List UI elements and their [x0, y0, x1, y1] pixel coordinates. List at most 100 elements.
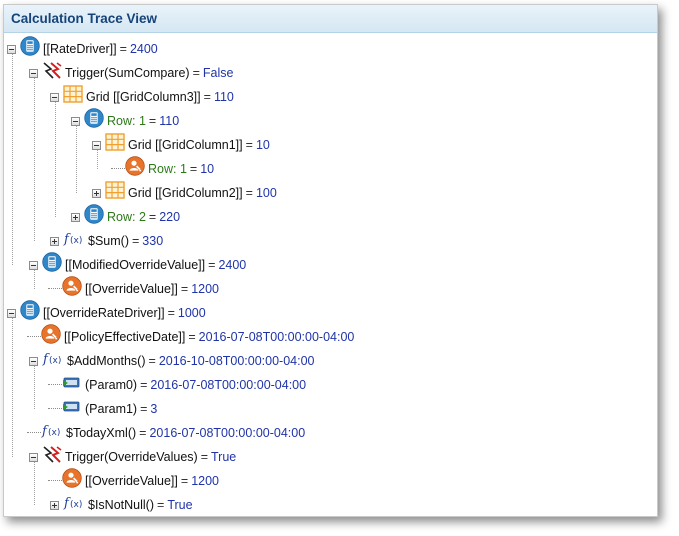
node-label: [[RateDriver]]: [43, 42, 117, 56]
tree-node[interactable]: Row: 2 = 220: [71, 203, 180, 231]
grid-icon: [105, 180, 125, 206]
tree-node[interactable]: Row: 1 = 10: [111, 155, 215, 180]
node-value: 2400: [218, 258, 247, 272]
function-icon: f (x): [41, 421, 63, 446]
collapse-toggle[interactable]: [50, 92, 59, 102]
node-label: [[OverrideValue]]: [85, 282, 178, 296]
tree-node[interactable]: Grid [[GridColumn3]] = 110: [50, 84, 234, 110]
collapse-toggle[interactable]: [71, 116, 80, 126]
node-value: 110: [159, 114, 180, 128]
collapse-toggle[interactable]: [29, 68, 38, 78]
tree-connector: [48, 288, 62, 290]
node-label: Row: 1: [148, 162, 187, 176]
node-label: [[OverrideValue]]: [85, 474, 178, 488]
svg-text:(x): (x): [70, 500, 82, 510]
equals-sign: =: [180, 474, 189, 488]
panel-title: Calculation Trace View: [4, 5, 657, 33]
node-value: 2016-07-08T00:00:00-04:00: [198, 330, 355, 344]
equals-sign: =: [245, 138, 253, 152]
parameter-icon: [62, 374, 82, 397]
node-label: $IsNotNull(): [88, 498, 154, 512]
tree-connector: [27, 336, 41, 338]
tree-node[interactable]: [[ModifiedOverrideValue]] = 2400: [29, 251, 247, 276]
equals-sign: =: [180, 282, 189, 296]
calculator-icon: [20, 35, 40, 63]
node-value: 330: [142, 234, 164, 248]
equals-sign: =: [139, 426, 147, 440]
grid-icon: [63, 84, 83, 110]
tree-node[interactable]: f (x) $TodayXml() = 2016-07-08T00:00:00-04…: [27, 422, 305, 444]
node-label: Trigger(OverrideValues): [65, 450, 198, 464]
expand-toggle[interactable]: [92, 188, 101, 198]
node-value: 1000: [177, 306, 206, 320]
calculator-icon: [84, 107, 104, 135]
equals-sign: =: [140, 402, 148, 416]
function-icon: f (x): [42, 349, 64, 374]
node-value: True: [167, 498, 193, 512]
collapse-toggle[interactable]: [29, 260, 38, 270]
tree-node[interactable]: f (x) $Sum() = 330: [50, 230, 163, 252]
tree-node[interactable]: Row: 1 = 110: [71, 107, 180, 135]
override-user-icon: [62, 275, 82, 303]
equals-sign: =: [188, 330, 196, 344]
tree-guide-line: [34, 73, 35, 241]
node-value: True: [211, 450, 237, 464]
function-icon: f (x): [63, 493, 85, 517]
override-user-icon: [62, 467, 82, 495]
node-value: 2400: [129, 42, 158, 56]
tree-node[interactable]: [[OverrideRateDriver]] = 1000: [7, 299, 206, 324]
expand-toggle[interactable]: [50, 500, 59, 510]
equals-sign: =: [148, 354, 156, 368]
collapse-toggle[interactable]: [7, 308, 16, 318]
tree-node[interactable]: f (x) $AddMonths() = 2016-10-08T00:00:00-0…: [29, 350, 315, 372]
equals-sign: =: [148, 114, 157, 128]
equals-sign: =: [140, 378, 148, 392]
equals-sign: =: [148, 210, 157, 224]
equals-sign: =: [192, 66, 200, 80]
tree-node[interactable]: (Param0) = 2016-07-08T00:00:00-04:00: [48, 374, 306, 396]
node-label: [[PolicyEffectiveDate]]: [64, 330, 186, 344]
svg-text:(x): (x): [49, 356, 61, 366]
tree-node[interactable]: (Param1) = 3: [48, 398, 157, 420]
tree-connector: [27, 432, 41, 434]
parameter-icon: [62, 398, 82, 421]
tree-node[interactable]: [[OverrideValue]] = 1200: [48, 467, 219, 495]
tree-node[interactable]: [[PolicyEffectiveDate]] = 2016-07-08T00:00…: [27, 323, 355, 351]
svg-text:(x): (x): [48, 428, 60, 438]
tree-connector: [48, 384, 62, 386]
tree-node[interactable]: Trigger(OverrideValues) = True: [29, 444, 237, 471]
collapse-toggle[interactable]: [29, 356, 38, 366]
tree-node[interactable]: [[OverrideValue]] = 1200: [48, 275, 219, 303]
node-label: [[ModifiedOverrideValue]]: [65, 258, 206, 272]
node-value: 1200: [191, 474, 219, 488]
tree-node[interactable]: [[RateDriver]] = 2400: [7, 35, 158, 63]
collapse-toggle[interactable]: [7, 44, 16, 54]
equals-sign: =: [208, 258, 216, 272]
trace-tree: [[RateDriver]] = 2400 Trigger(SumCompare) =…: [4, 33, 657, 516]
trigger-icon: [42, 444, 62, 471]
node-label: (Param1): [85, 402, 138, 416]
override-user-icon: [41, 323, 61, 351]
tree-connector: [48, 480, 62, 482]
node-label: Row: 1: [107, 114, 146, 128]
node-value: 1200: [191, 282, 219, 296]
calculator-icon: [84, 203, 104, 231]
svg-text:(x): (x): [70, 236, 82, 246]
equals-sign: =: [167, 306, 175, 320]
node-label: Grid [[GridColumn2]]: [128, 186, 243, 200]
node-label: $Sum(): [88, 234, 129, 248]
tree-guide-line: [55, 97, 56, 217]
node-value: 10: [200, 162, 215, 176]
collapse-toggle[interactable]: [29, 452, 38, 462]
tree-node[interactable]: f (x) $IsNotNull() = True: [50, 494, 193, 516]
tree-node[interactable]: Grid [[GridColumn1]] = 10: [92, 132, 270, 158]
node-label: (Param0): [85, 378, 138, 392]
grid-icon: [105, 132, 125, 158]
expand-toggle[interactable]: [50, 236, 59, 246]
tree-node[interactable]: Grid [[GridColumn2]] = 100: [92, 180, 277, 206]
collapse-toggle[interactable]: [92, 140, 101, 150]
expand-toggle[interactable]: [71, 212, 80, 222]
node-label: Grid [[GridColumn1]]: [128, 138, 243, 152]
tree-connector: [48, 408, 62, 410]
tree-node[interactable]: Trigger(SumCompare) = False: [29, 61, 233, 84]
